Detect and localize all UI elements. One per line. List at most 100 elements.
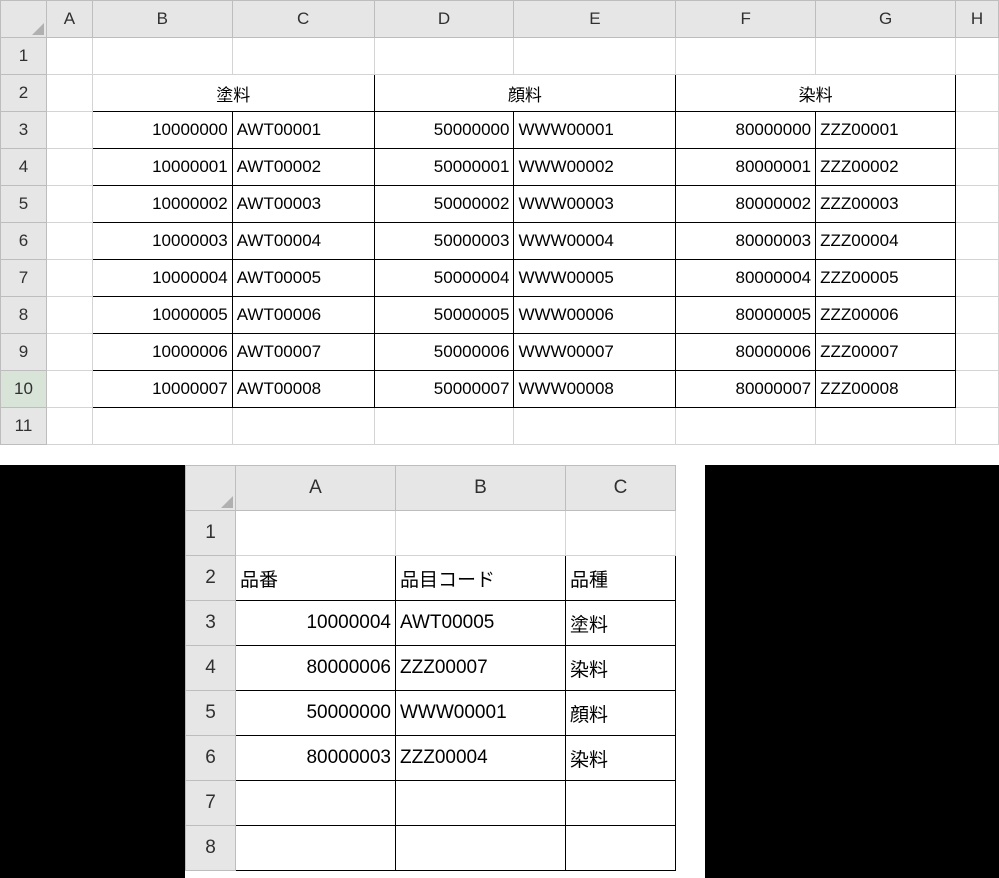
- cell[interactable]: AWT00001: [232, 112, 374, 149]
- cell[interactable]: 塗料: [566, 601, 676, 646]
- cell[interactable]: [955, 149, 998, 186]
- cell[interactable]: 80000004: [676, 260, 816, 297]
- row-header-11[interactable]: 11: [1, 408, 47, 445]
- cell[interactable]: ZZZ00001: [816, 112, 956, 149]
- cell[interactable]: ZZZ00008: [816, 371, 956, 408]
- cell[interactable]: ZZZ00007: [816, 334, 956, 371]
- cell[interactable]: 50000001: [374, 149, 514, 186]
- cell[interactable]: ZZZ00003: [816, 186, 956, 223]
- cell[interactable]: 80000006: [676, 334, 816, 371]
- cell[interactable]: [46, 334, 92, 371]
- row-header-3[interactable]: 3: [186, 601, 236, 646]
- cell[interactable]: ZZZ00002: [816, 149, 956, 186]
- col-header-C[interactable]: C: [566, 466, 676, 511]
- cell[interactable]: [232, 38, 374, 75]
- cell[interactable]: [955, 297, 998, 334]
- cell[interactable]: [46, 260, 92, 297]
- row-header-1[interactable]: 1: [1, 38, 47, 75]
- select-all-corner[interactable]: [186, 466, 236, 511]
- cell[interactable]: 10000001: [92, 149, 232, 186]
- col-header-F[interactable]: F: [676, 1, 816, 38]
- select-all-corner[interactable]: [1, 1, 47, 38]
- cell[interactable]: [566, 781, 676, 826]
- row-header-8[interactable]: 8: [1, 297, 47, 334]
- cell[interactable]: [816, 38, 956, 75]
- cell[interactable]: 顔料: [566, 691, 676, 736]
- cell[interactable]: ZZZ00006: [816, 297, 956, 334]
- cell[interactable]: [955, 75, 998, 112]
- cell[interactable]: 50000005: [374, 297, 514, 334]
- cell[interactable]: ZZZ00004: [396, 736, 566, 781]
- row-header-2[interactable]: 2: [186, 556, 236, 601]
- cell[interactable]: 染料: [566, 736, 676, 781]
- cell[interactable]: [955, 186, 998, 223]
- cell[interactable]: [955, 371, 998, 408]
- col-header-B[interactable]: B: [92, 1, 232, 38]
- row-header-5[interactable]: 5: [186, 691, 236, 736]
- cell[interactable]: WWW00002: [514, 149, 676, 186]
- cell[interactable]: [566, 826, 676, 871]
- cell[interactable]: [46, 38, 92, 75]
- cell[interactable]: 10000004: [236, 601, 396, 646]
- cell[interactable]: [232, 408, 374, 445]
- cell[interactable]: 10000003: [92, 223, 232, 260]
- cell[interactable]: [955, 260, 998, 297]
- row-header-8[interactable]: 8: [186, 826, 236, 871]
- cell[interactable]: WWW00006: [514, 297, 676, 334]
- cell[interactable]: ZZZ00004: [816, 223, 956, 260]
- row-header-1[interactable]: 1: [186, 511, 236, 556]
- cell[interactable]: [955, 408, 998, 445]
- cell[interactable]: 80000003: [676, 223, 816, 260]
- cell[interactable]: 80000001: [676, 149, 816, 186]
- group-header-3[interactable]: 染料: [676, 75, 956, 112]
- row-header-5[interactable]: 5: [1, 186, 47, 223]
- cell[interactable]: AWT00004: [232, 223, 374, 260]
- cell[interactable]: [46, 371, 92, 408]
- cell[interactable]: WWW00007: [514, 334, 676, 371]
- cell[interactable]: [92, 38, 232, 75]
- cell[interactable]: 50000006: [374, 334, 514, 371]
- cell[interactable]: WWW00004: [514, 223, 676, 260]
- cell[interactable]: 50000000: [236, 691, 396, 736]
- cell[interactable]: [46, 149, 92, 186]
- cell[interactable]: 染料: [566, 646, 676, 691]
- cell[interactable]: ZZZ00005: [816, 260, 956, 297]
- cell[interactable]: [46, 223, 92, 260]
- cell[interactable]: 10000002: [92, 186, 232, 223]
- cell[interactable]: 80000003: [236, 736, 396, 781]
- cell[interactable]: AWT00005: [232, 260, 374, 297]
- cell[interactable]: 10000004: [92, 260, 232, 297]
- row-header-2[interactable]: 2: [1, 75, 47, 112]
- cell[interactable]: [46, 297, 92, 334]
- cell[interactable]: WWW00005: [514, 260, 676, 297]
- row-header-10[interactable]: 10: [1, 371, 47, 408]
- cell[interactable]: 80000007: [676, 371, 816, 408]
- cell[interactable]: [955, 38, 998, 75]
- cell[interactable]: 80000005: [676, 297, 816, 334]
- cell[interactable]: [816, 408, 956, 445]
- row-header-7[interactable]: 7: [186, 781, 236, 826]
- cell[interactable]: WWW00001: [396, 691, 566, 736]
- cell[interactable]: 50000007: [374, 371, 514, 408]
- cell[interactable]: [396, 511, 566, 556]
- row-header-9[interactable]: 9: [1, 334, 47, 371]
- cell[interactable]: 80000002: [676, 186, 816, 223]
- cell[interactable]: AWT00006: [232, 297, 374, 334]
- cell[interactable]: AWT00003: [232, 186, 374, 223]
- row-header-7[interactable]: 7: [1, 260, 47, 297]
- cell[interactable]: WWW00001: [514, 112, 676, 149]
- cell[interactable]: [955, 223, 998, 260]
- row-header-6[interactable]: 6: [1, 223, 47, 260]
- cell[interactable]: 50000003: [374, 223, 514, 260]
- cell[interactable]: [676, 408, 816, 445]
- cell[interactable]: [514, 408, 676, 445]
- cell[interactable]: 10000000: [92, 112, 232, 149]
- row-header-4[interactable]: 4: [1, 149, 47, 186]
- cell[interactable]: AWT00002: [232, 149, 374, 186]
- cell[interactable]: [46, 112, 92, 149]
- cell[interactable]: [46, 186, 92, 223]
- col-header-B[interactable]: B: [396, 466, 566, 511]
- cell[interactable]: ZZZ00007: [396, 646, 566, 691]
- row-header-6[interactable]: 6: [186, 736, 236, 781]
- cell[interactable]: 50000004: [374, 260, 514, 297]
